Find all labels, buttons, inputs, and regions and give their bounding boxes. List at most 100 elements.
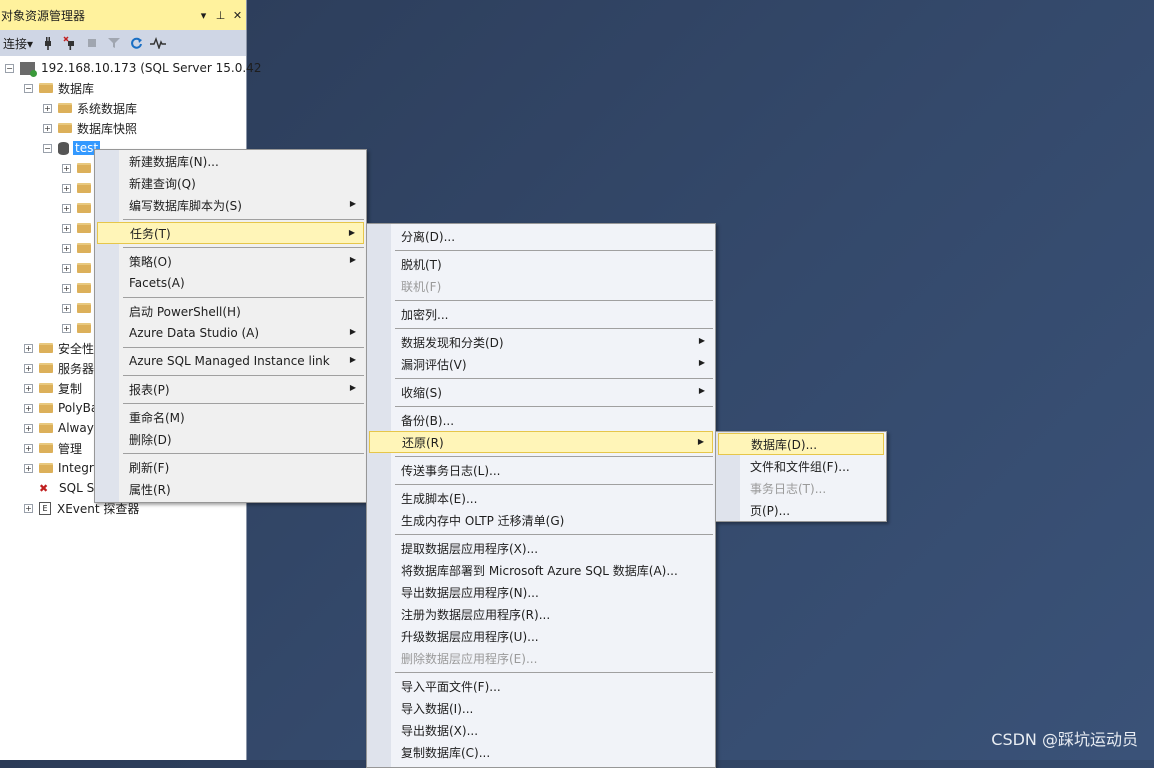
submenu-arrow-icon: ▶ — [697, 437, 704, 446]
menu-item-delete[interactable]: 删除(D) — [97, 428, 364, 450]
connect-plug-icon[interactable] — [37, 34, 59, 52]
menu-item-export-data[interactable]: 导出数据(X)... — [369, 719, 713, 741]
expand-icon[interactable]: + — [24, 383, 33, 393]
expand-icon[interactable]: + — [24, 403, 33, 413]
window-position-dropdown-icon[interactable]: ▾ — [195, 9, 212, 22]
menu-separator — [123, 219, 364, 220]
tree-node-sql-agent[interactable]: ✖ SQL S — [24, 478, 94, 498]
menu-item-upgrade-data-tier[interactable]: 升级数据层应用程序(U)... — [369, 625, 713, 647]
tree-node-databases[interactable]: − 数据库 — [24, 78, 94, 98]
menu-item-bring-online[interactable]: 联机(F) — [369, 275, 713, 297]
disconnect-icon[interactable] — [59, 34, 81, 52]
menu-item-data-discovery[interactable]: 数据发现和分类(D) ▶ — [369, 331, 713, 353]
menu-item-backup[interactable]: 备份(B)... — [369, 409, 713, 431]
tree-node-test-child[interactable]: + — [62, 158, 96, 178]
close-icon[interactable]: ✕ — [229, 9, 246, 22]
menu-item-encrypt-columns[interactable]: 加密列... — [369, 303, 713, 325]
menu-item-start-powershell[interactable]: 启动 PowerShell(H) — [97, 300, 364, 322]
menu-item-delete-data-tier[interactable]: 删除数据层应用程序(E)... — [369, 647, 713, 669]
pin-icon[interactable]: ⊥ — [212, 9, 229, 22]
sql-agent-icon: ✖ — [39, 481, 49, 495]
tree-node-test-child[interactable]: + — [62, 298, 96, 318]
expand-icon[interactable]: + — [62, 323, 71, 333]
tree-node-system-databases[interactable]: + 系统数据库 — [43, 98, 137, 118]
menu-item-policies[interactable]: 策略(O) ▶ — [97, 250, 364, 272]
menu-item-import-data[interactable]: 导入数据(I)... — [369, 697, 713, 719]
expand-icon[interactable]: + — [24, 343, 33, 353]
menu-item-vulnerability-assessment[interactable]: 漏洞评估(V) ▶ — [369, 353, 713, 375]
menu-item-ship-transaction-logs[interactable]: 传送事务日志(L)... — [369, 459, 713, 481]
menu-item-properties[interactable]: 属性(R) — [97, 478, 364, 500]
database-icon — [58, 141, 69, 155]
menu-item-detach[interactable]: 分离(D)... — [369, 225, 713, 247]
tree-node-security[interactable]: + 安全性 — [24, 338, 94, 358]
collapse-icon[interactable]: − — [5, 63, 14, 73]
folder-icon — [77, 283, 91, 293]
menu-item-refresh[interactable]: 刷新(F) — [97, 456, 364, 478]
expand-icon[interactable]: + — [43, 103, 52, 113]
tree-node-test-child[interactable]: + — [62, 278, 96, 298]
expand-icon[interactable]: + — [62, 263, 71, 273]
stop-icon[interactable] — [81, 34, 103, 52]
expand-icon[interactable]: + — [62, 203, 71, 213]
expand-icon[interactable]: + — [62, 183, 71, 193]
tree-node-test[interactable]: − test — [43, 138, 101, 158]
tree-node-server[interactable]: − 192.168.10.173 (SQL Server 15.0.42 — [5, 58, 261, 78]
expand-icon[interactable]: + — [62, 303, 71, 313]
menu-item-azure-sql-mi-link[interactable]: Azure SQL Managed Instance link ▶ — [97, 350, 364, 372]
expand-icon[interactable]: + — [24, 503, 33, 513]
tree-node-management[interactable]: + 管理 — [24, 438, 82, 458]
connect-button[interactable]: 连接▾ — [3, 35, 37, 52]
menu-item-restore-transaction-log[interactable]: 事务日志(T)... — [718, 477, 884, 499]
expand-icon[interactable]: + — [62, 283, 71, 293]
tree-node-integration[interactable]: + Integr — [24, 458, 94, 478]
tree-node-test-child[interactable]: + — [62, 238, 96, 258]
tree-node-test-child[interactable]: + — [62, 178, 96, 198]
expand-icon[interactable]: + — [24, 463, 33, 473]
menu-item-restore-database[interactable]: 数据库(D)... — [718, 433, 884, 455]
refresh-icon[interactable] — [125, 34, 147, 52]
tree-node-test-child[interactable]: + — [62, 318, 96, 338]
menu-item-shrink[interactable]: 收缩(S) ▶ — [369, 381, 713, 403]
filter-icon[interactable] — [103, 34, 125, 52]
tree-node-server-objects[interactable]: + 服务器 — [24, 358, 94, 378]
tree-node-test-child[interactable]: + — [62, 218, 96, 238]
menu-item-facets[interactable]: Facets(A) — [97, 272, 364, 294]
menu-item-rename[interactable]: 重命名(M) — [97, 406, 364, 428]
menu-item-new-query[interactable]: 新建查询(Q) — [97, 172, 364, 194]
tree-node-test-child[interactable]: + — [62, 198, 96, 218]
collapse-icon[interactable]: − — [43, 143, 52, 153]
folder-icon — [39, 463, 53, 473]
tree-node-polybase[interactable]: + PolyBa — [24, 398, 98, 418]
menu-item-extract-data-tier[interactable]: 提取数据层应用程序(X)... — [369, 537, 713, 559]
expand-icon[interactable]: + — [24, 443, 33, 453]
menu-item-restore[interactable]: 还原(R) ▶ — [369, 431, 713, 453]
menu-item-import-flat-file[interactable]: 导入平面文件(F)... — [369, 675, 713, 697]
expand-icon[interactable]: + — [24, 423, 33, 433]
folder-icon — [39, 383, 53, 393]
menu-item-generate-scripts[interactable]: 生成脚本(E)... — [369, 487, 713, 509]
collapse-icon[interactable]: − — [24, 83, 33, 93]
tree-node-always-on[interactable]: + Alway — [24, 418, 94, 438]
expand-icon[interactable]: + — [62, 243, 71, 253]
menu-item-azure-data-studio[interactable]: Azure Data Studio (A) ▶ — [97, 322, 364, 344]
tree-node-test-child[interactable]: + — [62, 258, 96, 278]
expand-icon[interactable]: + — [62, 223, 71, 233]
tree-node-database-snapshots[interactable]: + 数据库快照 — [43, 118, 137, 138]
menu-item-new-database[interactable]: 新建数据库(N)... — [97, 150, 364, 172]
expand-icon[interactable]: + — [43, 123, 52, 133]
activity-monitor-icon[interactable] — [147, 34, 169, 52]
menu-item-tasks[interactable]: 任务(T) ▶ — [97, 222, 364, 244]
menu-item-export-data-tier[interactable]: 导出数据层应用程序(N)... — [369, 581, 713, 603]
expand-icon[interactable]: + — [62, 163, 71, 173]
menu-item-generate-oltp-checklist[interactable]: 生成内存中 OLTP 迁移清单(G) — [369, 509, 713, 531]
menu-item-reports[interactable]: 报表(P) ▶ — [97, 378, 364, 400]
menu-item-restore-files-filegroups[interactable]: 文件和文件组(F)... — [718, 455, 884, 477]
menu-item-take-offline[interactable]: 脱机(T) — [369, 253, 713, 275]
menu-item-register-data-tier[interactable]: 注册为数据层应用程序(R)... — [369, 603, 713, 625]
menu-item-deploy-to-azure[interactable]: 将数据库部署到 Microsoft Azure SQL 数据库(A)... — [369, 559, 713, 581]
menu-item-script-database-as[interactable]: 编写数据库脚本为(S) ▶ — [97, 194, 364, 216]
tree-node-replication[interactable]: + 复制 — [24, 378, 82, 398]
menu-item-restore-page[interactable]: 页(P)... — [718, 499, 884, 521]
expand-icon[interactable]: + — [24, 363, 33, 373]
